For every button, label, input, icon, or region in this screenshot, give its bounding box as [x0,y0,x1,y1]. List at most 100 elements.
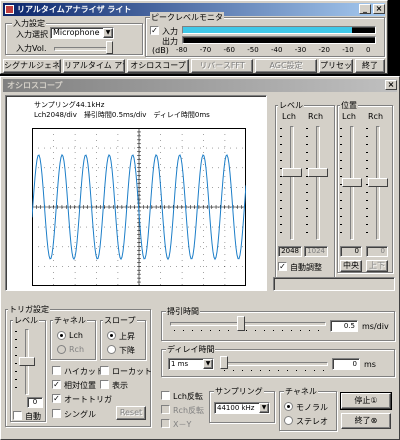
reset-button[interactable]: Reset [116,406,146,420]
db-scale-tick: -80 [176,46,188,54]
scope-title-bar[interactable]: オシロスコープ [3,79,397,92]
center-button[interactable]: 中央 [340,260,362,272]
input-select-label: 入力選択 [16,30,48,39]
auto-trigger-label: オートトリガ [64,395,112,404]
position-rch-label: Rch [368,112,384,121]
input-vol-track[interactable] [54,47,110,51]
exit-button[interactable]: 終了 [355,59,385,73]
delay-group: ディレイ時間 1 ms ▼ 0 ms [161,344,395,377]
reverse-fft-button[interactable]: リバースFFT [191,59,253,73]
trigger-auto-checkbox[interactable] [13,411,22,420]
level-lch-label: Lch [282,112,296,121]
input-vol-thumb[interactable] [106,41,113,54]
low-cut-checkbox[interactable] [100,366,109,375]
xy-label: X－Y [173,420,192,429]
position-lch-thumb[interactable] [342,178,362,187]
preset-button[interactable]: プリセット [319,59,353,73]
input-select-dropdown[interactable]: Microphone ▼ [50,27,114,39]
trigger-rch-radio[interactable] [57,345,66,354]
level-group: レベル Lch Rch 2048 1024 ✓ 自動調整 [275,100,335,281]
agc-settings-button[interactable]: AGC設定 [255,59,317,73]
trigger-lch-radio[interactable] [57,331,66,340]
display-label: 表示 [112,381,128,390]
delay-track[interactable] [220,362,328,366]
relative-pos-label: 相対位置 [64,381,96,390]
relative-pos-checkbox[interactable]: ✓ [52,380,61,389]
auto-trigger-checkbox[interactable]: ✓ [52,394,61,403]
input-meter [182,26,376,34]
low-cut-label: ローカット [112,367,152,376]
trigger-level-value: 0 [27,397,43,408]
input-monitor-checkbox[interactable]: ✓ [150,26,159,35]
sampling-group: サンプリング 44100 kHz ▼ [209,386,275,423]
delay-select[interactable]: 1 ms ▼ [168,358,214,370]
input-vol-label: 入力Vol. [16,44,47,53]
sweep-group-label: 掃引時間 [166,306,200,317]
position-group: 位置 Lch Rch 0 0 中央 上下 [337,100,393,273]
oscilloscope-window: オシロスコープ × サンプリング44.1kHz Lch2048/div 掃引時間… [0,76,400,440]
position-lch-label: Lch [342,112,356,121]
signal-generator-button[interactable]: シグナルジェネレータ [3,59,61,73]
app-title: リアルタイムアナライザ ライト [17,5,132,14]
output-meter [182,36,376,44]
single-label: シングル [64,410,96,419]
level-rch-ticks [306,128,308,238]
input-settings-label: 入力設定 [12,18,46,29]
high-cut-label: ハイカット [64,367,104,376]
position-rch-thumb[interactable] [368,178,388,187]
input-settings-group: 入力設定 入力選択 Microphone ▼ 入力Vol. [5,18,143,55]
realtime-analyzer-button[interactable]: リアルタイム アナライザ [63,59,125,73]
minimize-button[interactable]: _ [359,4,371,14]
sweep-group: 掃引時間 0.5 ms/div [161,306,395,341]
input-meter-fill [183,27,352,33]
sweep-ticks [174,330,322,331]
level-lch-thumb[interactable] [282,167,302,177]
position-lch-value: 0 [340,246,362,257]
level-lch-track[interactable] [290,126,294,240]
sweep-track[interactable] [170,322,326,326]
scope-close-icon[interactable]: × [385,80,397,90]
high-cut-checkbox[interactable] [52,366,61,375]
slope-up-radio[interactable] [107,331,116,340]
auto-adjust-checkbox[interactable]: ✓ [278,262,287,271]
close-button[interactable]: 終了⊗ [341,413,391,429]
level-rch-thumb[interactable] [308,167,328,177]
display-checkbox[interactable] [100,380,109,389]
sampling-chevron-icon[interactable]: ▼ [259,403,269,413]
lch-invert-label: Lch反転 [173,392,203,401]
peak-monitor-label: ピークレベルモニタ [150,12,224,23]
db-scale-tick: 0 [366,46,371,54]
stereo-radio[interactable] [284,416,293,425]
delay-thumb[interactable] [220,356,228,369]
lch-invert-checkbox[interactable] [161,391,170,400]
oscilloscope-button[interactable]: オシロスコープ [127,59,189,73]
level-rch-track[interactable] [316,126,320,240]
status-field [273,277,395,291]
rch-invert-checkbox[interactable] [161,405,170,414]
slope-up-label: 上昇 [119,332,135,341]
db-scale-tick: -60 [223,46,235,54]
db-scale-tick: -10 [342,46,354,54]
single-checkbox[interactable] [52,409,61,418]
sampling-select[interactable]: 44100 kHz ▼ [214,402,270,414]
scale-info-label: Lch2048/div 掃引時間0.5ms/div ディレイ時間0ms [34,111,210,119]
slope-down-radio[interactable] [107,345,116,354]
position-rch-value: 0 [366,246,388,257]
db-scale-tick: -40 [271,46,283,54]
trigger-channel-group: チャネル Lch Rch [50,315,96,360]
app-icon [5,5,14,14]
trigger-level-thumb[interactable] [19,357,35,366]
trigger-group-label: トリガ設定 [8,304,50,315]
mono-radio[interactable] [284,402,293,411]
stop-button[interactable]: 停止① [340,392,392,410]
close-icon[interactable]: × [373,4,385,14]
delay-chevron-icon[interactable]: ▼ [203,359,213,369]
chevron-down-icon[interactable]: ▼ [103,28,113,38]
sweep-thumb[interactable] [236,316,245,331]
scope-window-title: オシロスコープ [7,81,63,90]
delay-ticks [224,370,324,371]
xy-checkbox[interactable] [161,419,170,428]
trigger-level-group: レベル 0 自動 [10,315,46,422]
slope-down-label: 下降 [119,346,135,355]
up-down-button[interactable]: 上下 [366,260,388,272]
